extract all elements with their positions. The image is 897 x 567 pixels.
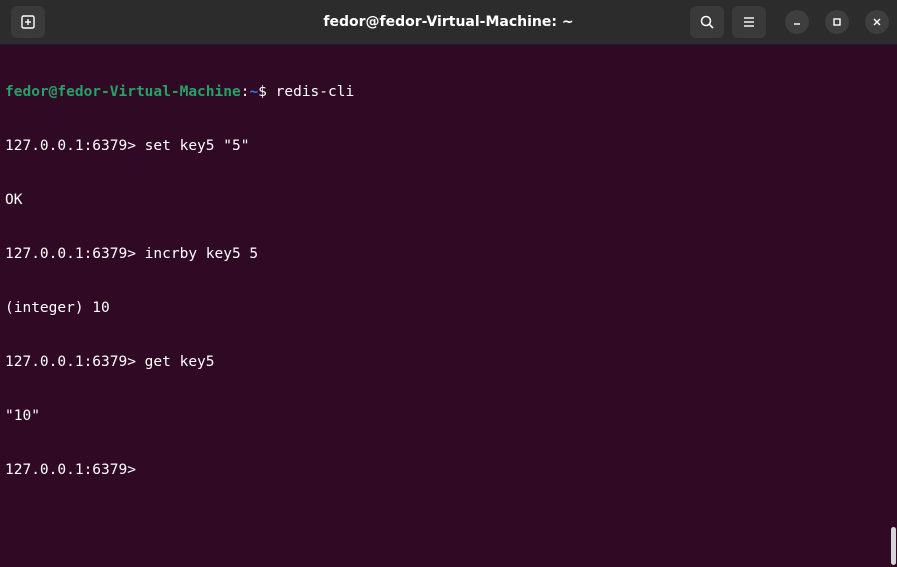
title-bar[interactable]: fedor@fedor-Virtual-Machine: ~	[0, 0, 897, 45]
search-button[interactable]	[690, 6, 724, 38]
close-icon	[872, 17, 882, 27]
terminal-line: 127.0.0.1:6379> get key5	[5, 354, 215, 370]
scrollbar-thumb[interactable]	[891, 527, 896, 565]
prompt-command: redis-cli	[275, 84, 355, 100]
terminal-line: 127.0.0.1:6379> set key5 "5"	[5, 138, 250, 154]
new-tab-button[interactable]	[11, 6, 45, 38]
terminal-output[interactable]: fedor@fedor-Virtual-Machine:~$ redis-cli…	[0, 45, 890, 567]
maximize-icon	[832, 17, 842, 27]
new-tab-icon	[20, 14, 36, 30]
maximize-button[interactable]	[825, 10, 849, 34]
terminal-line: 127.0.0.1:6379>	[5, 462, 145, 478]
scrollbar[interactable]	[890, 45, 897, 567]
search-icon	[699, 14, 715, 30]
close-button[interactable]	[865, 10, 889, 34]
terminal-line: 127.0.0.1:6379> incrby key5 5	[5, 246, 259, 262]
hamburger-menu-icon	[742, 15, 756, 29]
prompt-user-host: fedor@fedor-Virtual-Machine	[5, 84, 241, 100]
minimize-button[interactable]	[785, 10, 809, 34]
terminal-line: OK	[5, 192, 23, 208]
terminal-window: fedor@fedor-Virtual-Machine: ~ fedor@fed…	[0, 0, 897, 567]
shell-prompt-line: fedor@fedor-Virtual-Machine:~$ redis-cli	[5, 83, 890, 101]
prompt-path: ~	[249, 84, 259, 100]
menu-button[interactable]	[732, 6, 766, 38]
terminal-line: (integer) 10	[5, 300, 110, 316]
minimize-icon	[792, 17, 802, 27]
prompt-symbol: $	[258, 84, 276, 100]
terminal-line: "10"	[5, 408, 40, 424]
